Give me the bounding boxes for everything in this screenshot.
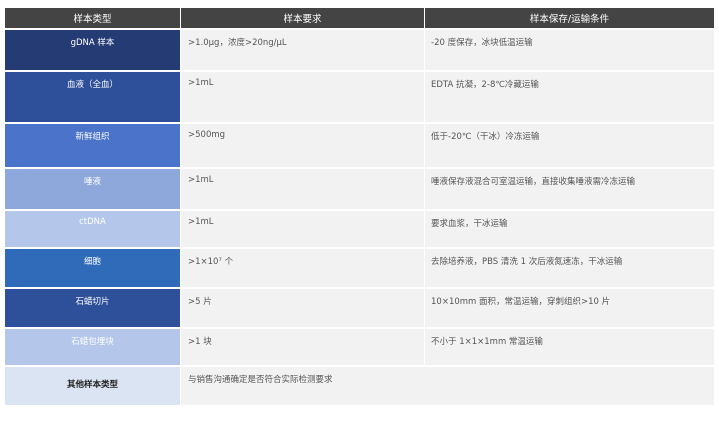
condition-cell: 10×10mm 面积，常温运输，穿刺组织>10 片 [424,287,714,327]
condition-cell: 去除培养液，PBS 清洗 1 次后液氮速冻，干冰运输 [424,247,714,287]
sample-requirements-table-container: 样本类型 样本要求 样本保存/运输条件 gDNA 样本 >1.0μg，浓度>20… [5,8,714,405]
sample-type-cell: ctDNA [5,209,180,247]
requirement-cell: >1mL [180,167,424,209]
condition-cell: -20 度保存，冰块低温运输 [424,28,714,70]
sample-type-cell: 唾液 [5,167,180,209]
table-row: 细胞 >1×10⁷ 个 去除培养液，PBS 清洗 1 次后液氮速冻，干冰运输 [5,247,714,287]
requirement-cell: >1.0μg，浓度>20ng/μL [180,28,424,70]
condition-cell: 唾液保存液混合可室温运输，直接收集唾液需冷冻运输 [424,167,714,209]
requirement-cell: >1×10⁷ 个 [180,247,424,287]
table-row: 血液（全血） >1mL EDTA 抗凝，2-8℃冷藏运输 [5,70,714,122]
sample-type-cell: 细胞 [5,247,180,287]
sample-type-cell: 石蜡包埋块 [5,327,180,365]
condition-cell: 要求血浆，干冰运输 [424,209,714,247]
table-row: 其他样本类型 与销售沟通确定是否符合实际检测要求 [5,365,714,405]
condition-cell: 低于-20℃（干冰）冷冻运输 [424,122,714,167]
table-row: gDNA 样本 >1.0μg，浓度>20ng/μL -20 度保存，冰块低温运输 [5,28,714,70]
table-row: ctDNA >1mL 要求血浆，干冰运输 [5,209,714,247]
condition-cell: EDTA 抗凝，2-8℃冷藏运输 [424,70,714,122]
table-header-row: 样本类型 样本要求 样本保存/运输条件 [5,8,714,28]
sample-type-cell: gDNA 样本 [5,28,180,70]
table-row: 新鲜组织 >500mg 低于-20℃（干冰）冷冻运输 [5,122,714,167]
requirement-cell: >1 块 [180,327,424,365]
sample-requirements-table: 样本类型 样本要求 样本保存/运输条件 gDNA 样本 >1.0μg，浓度>20… [5,8,714,405]
requirement-cell: >500mg [180,122,424,167]
sample-type-cell: 其他样本类型 [5,365,180,405]
sample-type-cell: 石蜡切片 [5,287,180,327]
requirement-cell: >1mL [180,70,424,122]
header-sample-type: 样本类型 [5,8,180,28]
table-row: 石蜡切片 >5 片 10×10mm 面积，常温运输，穿刺组织>10 片 [5,287,714,327]
table-row: 石蜡包埋块 >1 块 不小于 1×1×1mm 常温运输 [5,327,714,365]
header-sample-requirement: 样本要求 [180,8,424,28]
sample-type-cell: 血液（全血） [5,70,180,122]
requirement-cell: 与销售沟通确定是否符合实际检测要求 [180,365,714,405]
table-row: 唾液 >1mL 唾液保存液混合可室温运输，直接收集唾液需冷冻运输 [5,167,714,209]
requirement-cell: >5 片 [180,287,424,327]
sample-type-cell: 新鲜组织 [5,122,180,167]
requirement-cell: >1mL [180,209,424,247]
condition-cell: 不小于 1×1×1mm 常温运输 [424,327,714,365]
header-storage-transport: 样本保存/运输条件 [424,8,714,28]
